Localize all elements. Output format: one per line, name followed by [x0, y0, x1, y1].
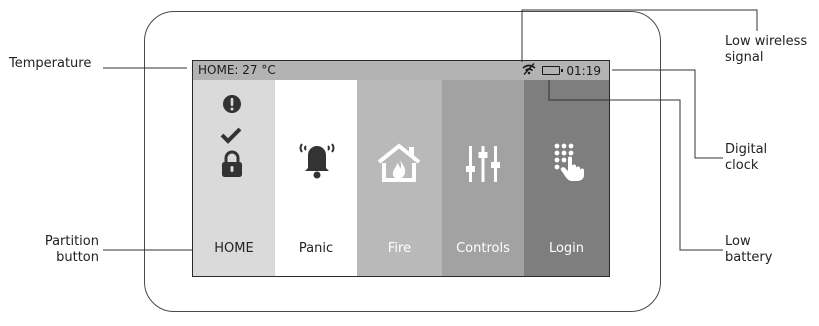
low-wireless-callout: Low wireless signal	[725, 34, 808, 65]
temperature-callout: Temperature	[9, 56, 92, 71]
callout-leader-lines	[103, 9, 758, 251]
partition-button-callout: Partition button	[44, 234, 99, 265]
digital-clock-leader-line	[612, 69, 723, 159]
low-battery-leader-line	[548, 80, 723, 251]
digital-clock-callout: Digital clock	[725, 142, 768, 173]
low-battery-callout: Low battery	[725, 234, 773, 265]
low-wireless-leader-line	[521, 9, 758, 62]
